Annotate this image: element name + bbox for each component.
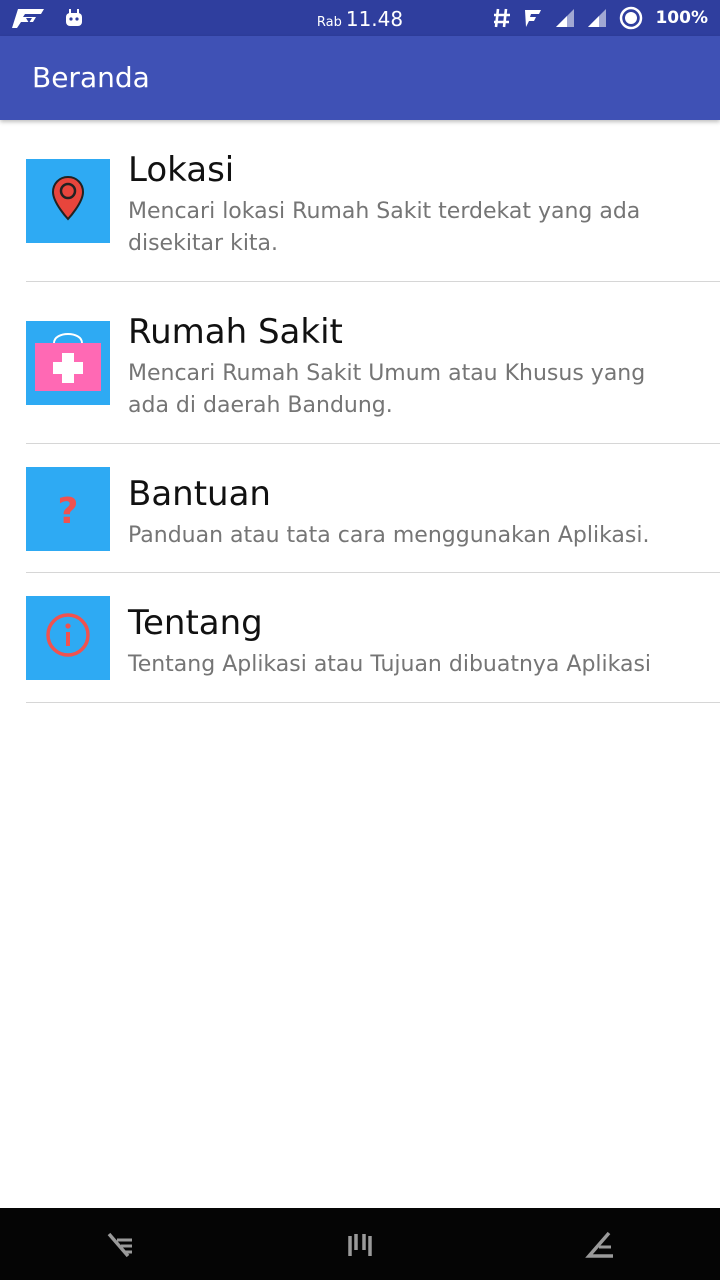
status-bar: Rab 11.48 100% bbox=[0, 0, 720, 36]
svg-text:?: ? bbox=[58, 491, 79, 532]
menu-item-rumah-sakit[interactable]: Rumah Sakit Mencari Rumah Sakit Umum ata… bbox=[0, 282, 720, 444]
circle-icon bbox=[620, 6, 643, 30]
signal-icon bbox=[556, 9, 575, 27]
divider bbox=[26, 702, 720, 703]
back-button[interactable] bbox=[106, 1230, 136, 1260]
menu-item-tentang[interactable]: Tentang Tentang Aplikasi atau Tujuan dib… bbox=[0, 573, 720, 703]
menu-item-description: Tentang Aplikasi atau Tujuan dibuatnya A… bbox=[128, 652, 652, 677]
menu-item-bantuan[interactable]: ? Bantuan Panduan atau tata cara menggun… bbox=[0, 444, 720, 573]
question-mark-icon: ? bbox=[26, 467, 110, 551]
home-button[interactable] bbox=[585, 1230, 615, 1260]
medical-kit-icon bbox=[26, 321, 110, 405]
menu-item-title: Rumah Sakit bbox=[128, 312, 343, 352]
menu-item-title: Tentang bbox=[128, 603, 263, 643]
app-bar: Beranda bbox=[0, 36, 720, 120]
menu-item-description: Mencari Rumah Sakit Umum atau Khusus yan… bbox=[128, 361, 646, 418]
status-day: Rab bbox=[316, 15, 342, 30]
back-icon bbox=[107, 1232, 132, 1258]
menu-item-description: Mencari lokasi Rumah Sakit terdekat yang… bbox=[128, 199, 641, 256]
status-time: 11.48 bbox=[345, 7, 404, 31]
recents-icon bbox=[348, 1234, 372, 1256]
signal-icon bbox=[525, 10, 542, 27]
menu-item-lokasi[interactable]: Lokasi Mencari lokasi Rumah Sakit terdek… bbox=[0, 120, 720, 282]
navigation-bar bbox=[0, 1208, 720, 1280]
menu-item-title: Bantuan bbox=[128, 474, 271, 514]
battery-percent: 100% bbox=[655, 8, 708, 28]
home-icon bbox=[585, 1231, 613, 1258]
signal-icon bbox=[588, 9, 607, 27]
info-icon bbox=[26, 596, 110, 680]
recents-button[interactable] bbox=[345, 1230, 375, 1260]
menu-item-description: Panduan atau tata cara menggunakan Aplik… bbox=[128, 523, 650, 548]
menu-item-title: Lokasi bbox=[128, 150, 235, 190]
location-pin-icon bbox=[26, 159, 110, 243]
status-right-icons: 100% bbox=[493, 6, 708, 30]
hash-icon bbox=[494, 8, 511, 28]
page-title: Beranda bbox=[32, 61, 150, 94]
